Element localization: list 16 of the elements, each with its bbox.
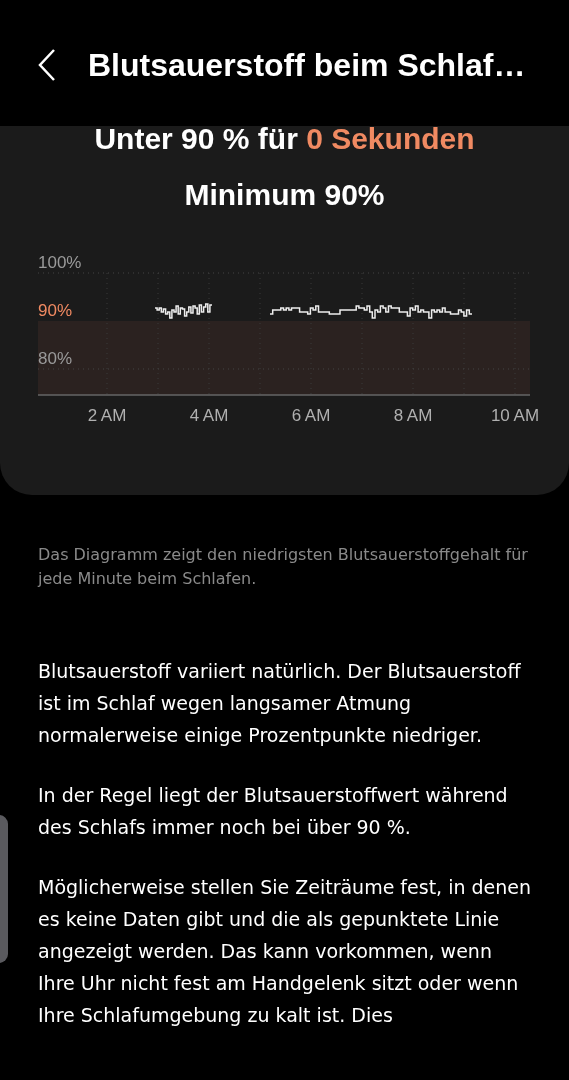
y-axis-label: 80%: [38, 349, 73, 368]
y-axis-label: 90%: [38, 301, 73, 320]
duration-text: Unter 90 % für 0 Sekunden: [94, 122, 475, 156]
chart-caption: Das Diagramm zeigt den niedrigsten Blutsauerstoffgehalt für jede Minute beim Schlafen.: [38, 544, 529, 590]
x-axis-label: 2 AM: [87, 406, 127, 425]
page-title: Blutsauerstoff beim Schlaf…: [88, 46, 526, 84]
minimum-text: Minimum 90%: [184, 178, 385, 212]
y-axis-label: 100%: [38, 253, 82, 272]
x-axis-label: 6 AM: [291, 406, 331, 425]
x-axis-label: 10 AM: [490, 406, 540, 425]
back-icon[interactable]: [36, 47, 58, 83]
x-axis-label: 8 AM: [393, 406, 433, 425]
info-paragraph: In der Regel liegt der Blutsauerstoffwert während des Schlafs immer noch bei über 90 %.: [38, 783, 509, 840]
info-paragraph: Blutsauerstoff variiert natürlich. Der Blutsauerstoff ist im Schlaf wegen langsamer Atmung normalerweise einige Prozentpunkte niedriger.: [38, 659, 522, 748]
x-axis-label: 4 AM: [189, 406, 229, 425]
info-paragraph: Möglicherweise stellen Sie Zeiträume fest, in denen es keine Daten gibt und die als gepunktete Linie angezeigt werden. Das kann vorkommen, wenn Ihre Uhr nicht fest am Handgelenk sitzt oder wenn Ihre Schlafumgebung zu kalt ist. Dies: [38, 875, 533, 1028]
